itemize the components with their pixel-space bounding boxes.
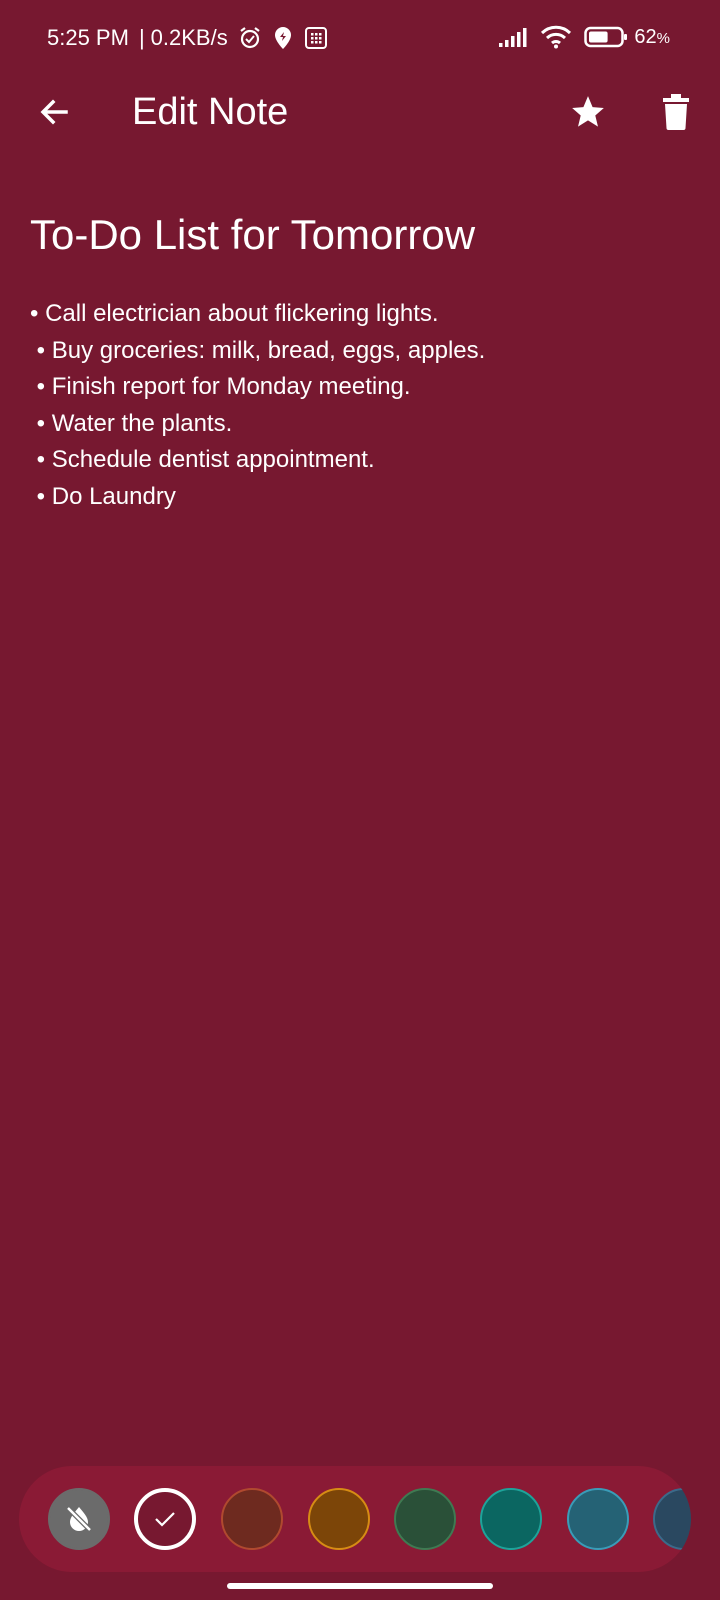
favorite-button[interactable] [564, 88, 612, 136]
color-swatch-default[interactable] [134, 1488, 196, 1550]
location-icon [272, 26, 294, 50]
note-body-field[interactable]: • Call electrician about flickering ligh… [30, 296, 690, 515]
signal-icon [498, 26, 528, 48]
no-color-drop-icon [63, 1503, 95, 1535]
back-button[interactable] [30, 88, 78, 136]
color-swatch-teal[interactable] [480, 1488, 542, 1550]
alarm-icon [238, 26, 262, 50]
color-swatch-amber[interactable] [308, 1488, 370, 1550]
status-bar: 5:25 PM | 0.2KB/s 62% [0, 0, 720, 78]
status-time: 5:25 PM [47, 25, 129, 50]
color-picker-bar [19, 1466, 691, 1572]
star-icon [569, 93, 607, 131]
back-arrow-icon [38, 96, 70, 128]
status-left: 5:25 PM | 0.2KB/s [47, 25, 328, 51]
page-title: Edit Note [132, 91, 289, 133]
sim-card-icon [304, 26, 328, 50]
delete-button[interactable] [652, 88, 700, 136]
home-indicator[interactable] [227, 1583, 493, 1589]
check-icon [154, 1510, 176, 1528]
color-swatch-brick-red[interactable] [221, 1488, 283, 1550]
battery-percent: 62% [634, 25, 670, 48]
color-swatch-no-color[interactable] [48, 1488, 110, 1550]
status-separator: | [138, 25, 145, 50]
status-right: 62% [498, 25, 670, 49]
color-swatch-steel-blue[interactable] [567, 1488, 629, 1550]
color-swatch-forest-green[interactable] [394, 1488, 456, 1550]
battery-icon [584, 25, 628, 49]
note-title-field[interactable]: To-Do List for Tomorrow [30, 208, 475, 262]
wifi-icon [540, 25, 572, 49]
color-swatch-navy[interactable] [653, 1488, 691, 1550]
trash-icon [662, 94, 690, 130]
status-net-speed: 0.2KB/s [150, 25, 228, 50]
app-bar: Edit Note [0, 78, 720, 146]
